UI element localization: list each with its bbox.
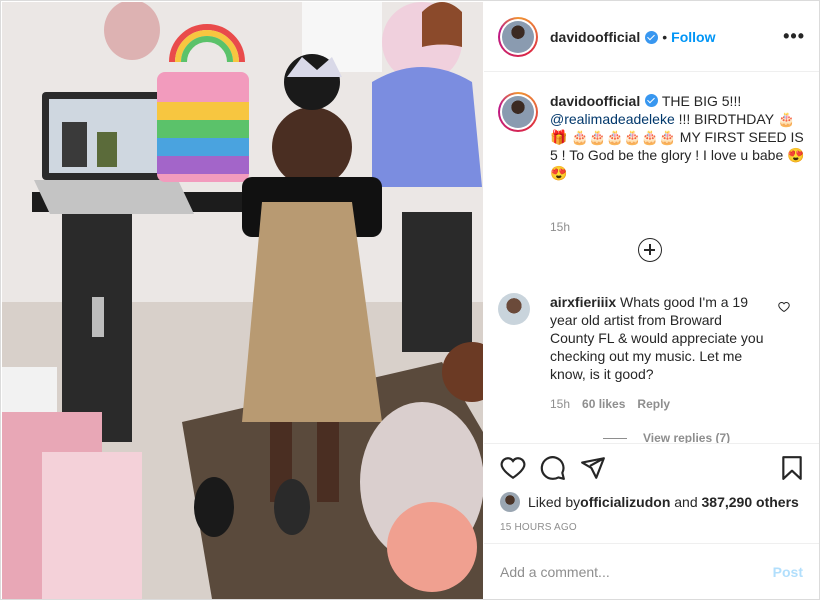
load-more-comments-icon[interactable]: [638, 238, 662, 262]
liked-by-user[interactable]: officializudon: [580, 494, 670, 510]
save-bookmark-icon[interactable]: [779, 455, 805, 481]
caption-username[interactable]: davidoofficial: [550, 93, 640, 109]
comment-username[interactable]: airxfieriiix: [550, 294, 616, 310]
comment-composer: Post: [484, 543, 819, 599]
follow-button[interactable]: Follow: [671, 29, 715, 45]
separator-dot: •: [662, 28, 668, 45]
comment-text: airxfieriiix Whats good I'm a 19 year ol…: [550, 294, 764, 382]
like-heart-icon[interactable]: [500, 455, 526, 481]
comment-time[interactable]: 15h: [550, 397, 570, 411]
comment-likes[interactable]: 60 likes: [582, 397, 625, 411]
post-timestamp[interactable]: 15 HOURS AGO: [500, 522, 577, 533]
post-comment-button[interactable]: Post: [773, 564, 803, 580]
post-header: davidoofficial • Follow •••: [484, 2, 819, 72]
comments-section[interactable]: davidoofficial THE BIG 5!!! @realimadead…: [484, 73, 819, 443]
mention-link[interactable]: @realimadeadeleke: [550, 111, 675, 127]
verified-badge-icon: [645, 31, 659, 44]
photo-illustration: [2, 2, 483, 599]
comment-avatar[interactable]: [498, 293, 530, 325]
post-photo[interactable]: [2, 2, 483, 599]
caption-time[interactable]: 15h: [550, 220, 570, 234]
comment-bubble-icon[interactable]: [540, 455, 566, 481]
caption-text: davidoofficial THE BIG 5!!! @realimadead…: [550, 93, 805, 181]
action-bar: Liked by officializudon and 387,290 othe…: [484, 443, 819, 543]
likes-count[interactable]: 387,290 others: [702, 494, 799, 510]
instagram-post: davidoofficial • Follow ••• davidooffici…: [0, 0, 820, 600]
more-options-icon[interactable]: •••: [783, 26, 805, 47]
post-side-panel: davidoofficial • Follow ••• davidooffici…: [484, 2, 819, 599]
avatar[interactable]: [498, 16, 538, 57]
comment-input[interactable]: [500, 563, 773, 580]
share-paper-plane-icon[interactable]: [580, 455, 606, 481]
verified-badge-icon: [645, 94, 659, 107]
reply-button[interactable]: Reply: [637, 397, 670, 411]
comment-like-heart-icon[interactable]: [778, 301, 790, 313]
view-replies-button[interactable]: View replies (7): [603, 431, 730, 443]
liked-by: Liked by officializudon and 387,290 othe…: [500, 492, 799, 512]
username-link[interactable]: davidoofficial: [550, 29, 640, 45]
liked-by-avatar[interactable]: [500, 492, 520, 512]
comment-meta: 15h 60 likes Reply: [550, 397, 670, 411]
avatar-image: [502, 20, 534, 53]
caption-avatar[interactable]: [498, 92, 538, 132]
